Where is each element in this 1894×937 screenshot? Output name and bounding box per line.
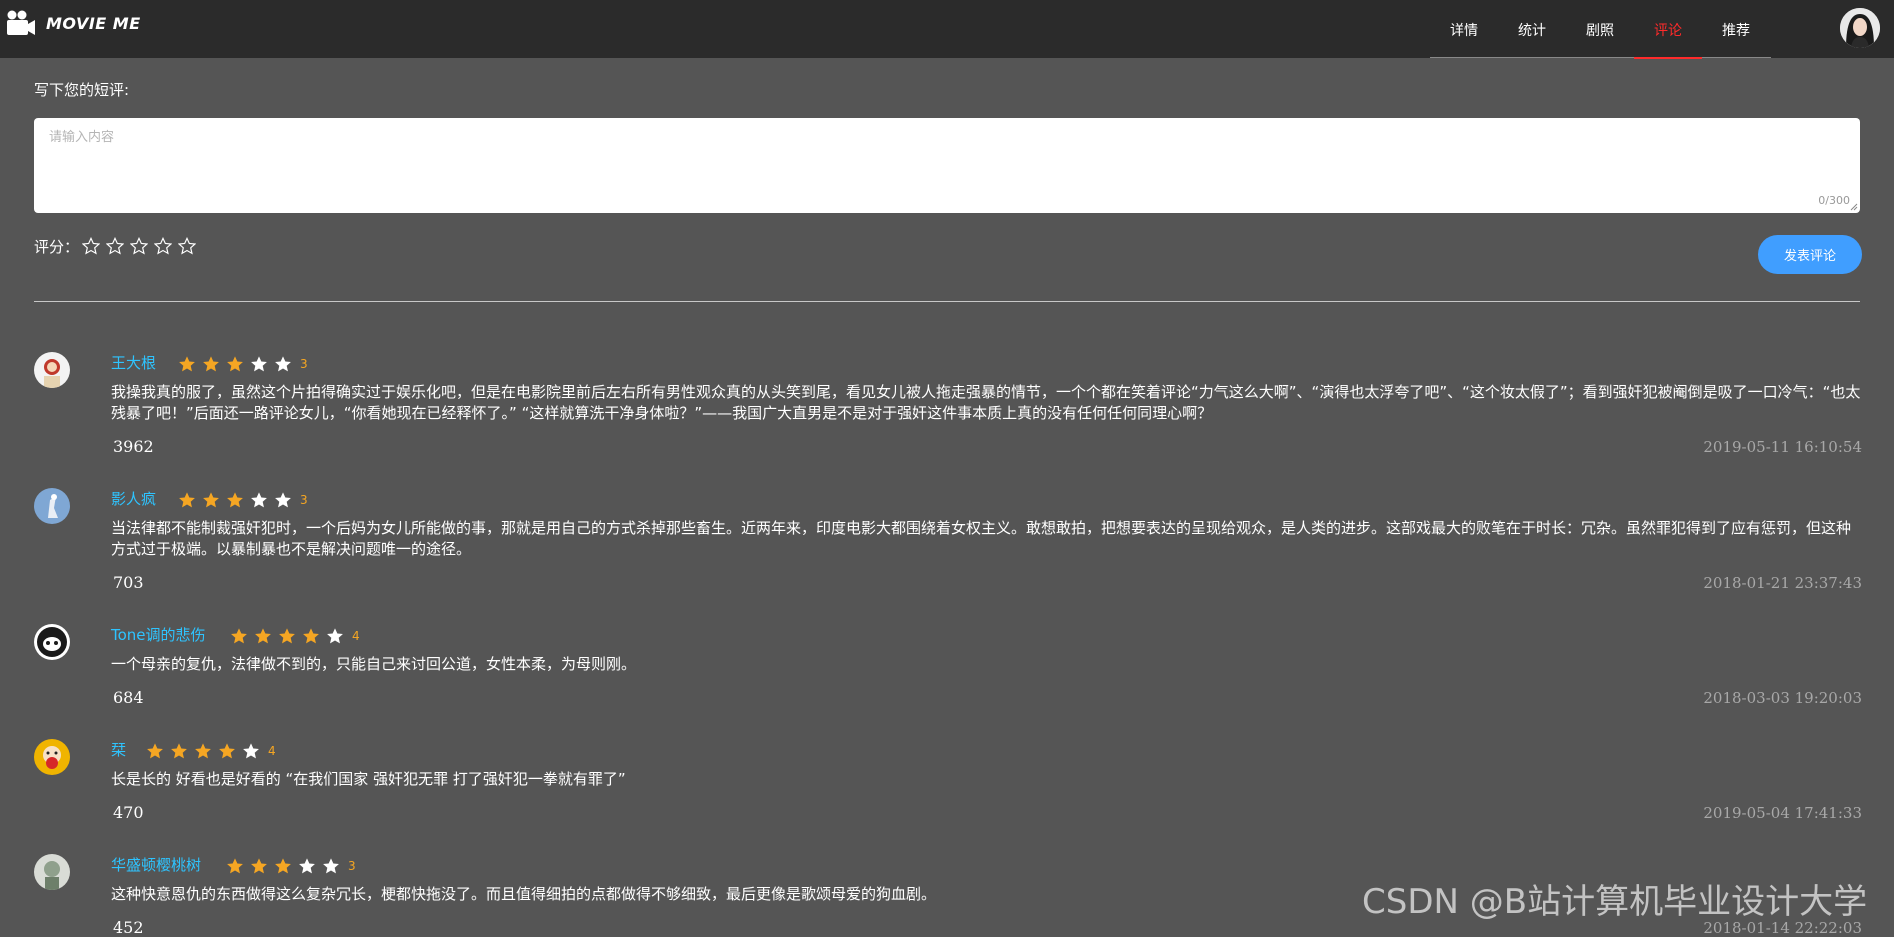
section-tabs: 详情 统计 剧照 评论 推荐 xyxy=(1430,0,1771,59)
rating-score: 4 xyxy=(268,744,276,758)
like-count[interactable]: 3962 xyxy=(113,437,154,456)
star-empty-icon xyxy=(327,628,343,644)
avatar[interactable] xyxy=(34,854,70,890)
tab-stills[interactable]: 剧照 xyxy=(1566,0,1634,58)
star-empty-icon xyxy=(251,492,267,508)
review-textarea[interactable] xyxy=(34,118,1860,213)
star-filled-icon xyxy=(231,628,247,644)
rating-input[interactable] xyxy=(82,237,196,255)
star-filled-icon xyxy=(251,858,267,874)
comment-username[interactable]: 王大根 xyxy=(111,352,156,373)
avatar[interactable] xyxy=(34,352,70,388)
avatar[interactable] xyxy=(34,624,70,660)
rating-score: 3 xyxy=(348,859,356,873)
star-filled-icon xyxy=(275,858,291,874)
rating-score: 3 xyxy=(300,357,308,371)
char-counter: 0/300 xyxy=(1818,194,1850,207)
star-filled-icon xyxy=(203,356,219,372)
comment-rating: 4 xyxy=(146,742,276,760)
movie-camera-icon xyxy=(7,10,35,35)
review-input-box: 0/300 xyxy=(34,118,1860,213)
comment-date: 2019-05-11 16:10:54 xyxy=(1703,438,1862,456)
avatar[interactable] xyxy=(34,739,70,775)
user-avatar[interactable] xyxy=(1840,8,1880,48)
like-count[interactable]: 470 xyxy=(113,803,144,822)
star-outline-icon[interactable] xyxy=(106,237,124,255)
like-count[interactable]: 684 xyxy=(113,688,144,707)
rating-label: 评分： xyxy=(34,238,80,256)
star-filled-icon xyxy=(195,743,211,759)
brand-name: MOVIE ME xyxy=(46,13,141,33)
star-outline-icon[interactable] xyxy=(178,237,196,255)
star-filled-icon xyxy=(179,492,195,508)
comment-rating: 3 xyxy=(226,857,356,875)
star-filled-icon xyxy=(203,492,219,508)
star-empty-icon xyxy=(299,858,315,874)
comment-date: 2018-01-21 23:37:43 xyxy=(1703,574,1862,592)
comment-text: 一个母亲的复仇，法律做不到的，只能自己来讨回公道，女性本柔，为母则刚。 xyxy=(111,655,637,673)
comment-username[interactable]: 栞 xyxy=(111,739,126,760)
comment-username[interactable]: Tone调的悲伤 xyxy=(111,624,206,645)
star-filled-icon xyxy=(303,628,319,644)
star-outline-icon[interactable] xyxy=(82,237,100,255)
star-empty-icon xyxy=(275,492,291,508)
star-outline-icon[interactable] xyxy=(130,237,148,255)
comment-text: 我操我真的服了，虽然这个片拍得确实过于娱乐化吧，但是在电影院里前后左右所有男性观… xyxy=(111,383,1861,422)
comment-text: 长是长的 好看也是好看的 “在我们国家 强奸犯无罪 打了强奸犯一拳就有罪了” xyxy=(111,770,626,788)
rating-score: 3 xyxy=(300,493,308,507)
tab-recommend[interactable]: 推荐 xyxy=(1702,0,1770,58)
star-filled-icon xyxy=(227,356,243,372)
star-empty-icon xyxy=(323,858,339,874)
star-filled-icon xyxy=(227,492,243,508)
star-filled-icon xyxy=(179,356,195,372)
watermark: CSDN @B站计算机毕业设计大学 xyxy=(1362,882,1868,922)
star-filled-icon xyxy=(255,628,271,644)
star-empty-icon xyxy=(251,356,267,372)
comment-username[interactable]: 华盛顿樱桃树 xyxy=(111,854,201,875)
comment-rating: 3 xyxy=(178,355,308,373)
brand-logo[interactable]: MOVIE ME xyxy=(6,10,141,36)
resize-handle-icon[interactable] xyxy=(1850,203,1858,211)
comment-rating: 3 xyxy=(178,491,308,509)
comment-text: 当法律都不能制裁强奸犯时，一个后妈为女儿所能做的事，那就是用自己的方式杀掉那些畜… xyxy=(111,519,1852,558)
tab-details[interactable]: 详情 xyxy=(1430,0,1498,58)
comment-date: 2019-05-04 17:41:33 xyxy=(1703,804,1862,822)
comment-date: 2018-03-03 19:20:03 xyxy=(1703,689,1862,707)
like-count[interactable]: 452 xyxy=(113,918,144,937)
star-outline-icon[interactable] xyxy=(154,237,172,255)
divider xyxy=(34,301,1860,302)
tab-comments[interactable]: 评论 xyxy=(1634,0,1702,59)
star-filled-icon xyxy=(227,858,243,874)
like-count[interactable]: 703 xyxy=(113,573,144,592)
star-empty-icon xyxy=(275,356,291,372)
submit-review-button[interactable]: 发表评论 xyxy=(1758,235,1862,274)
tab-statistics[interactable]: 统计 xyxy=(1498,0,1566,58)
star-empty-icon xyxy=(243,743,259,759)
rating-score: 4 xyxy=(352,629,360,643)
comment-rating: 4 xyxy=(230,627,360,645)
star-filled-icon xyxy=(171,743,187,759)
star-filled-icon xyxy=(147,743,163,759)
top-navbar: MOVIE ME 详情 统计 剧照 评论 推荐 xyxy=(0,0,1894,59)
write-review-label: 写下您的短评: xyxy=(34,81,130,99)
avatar[interactable] xyxy=(34,488,70,524)
star-filled-icon xyxy=(219,743,235,759)
comment-username[interactable]: 影人疯 xyxy=(111,488,156,509)
star-filled-icon xyxy=(279,628,295,644)
user-portrait-icon xyxy=(1840,8,1880,48)
